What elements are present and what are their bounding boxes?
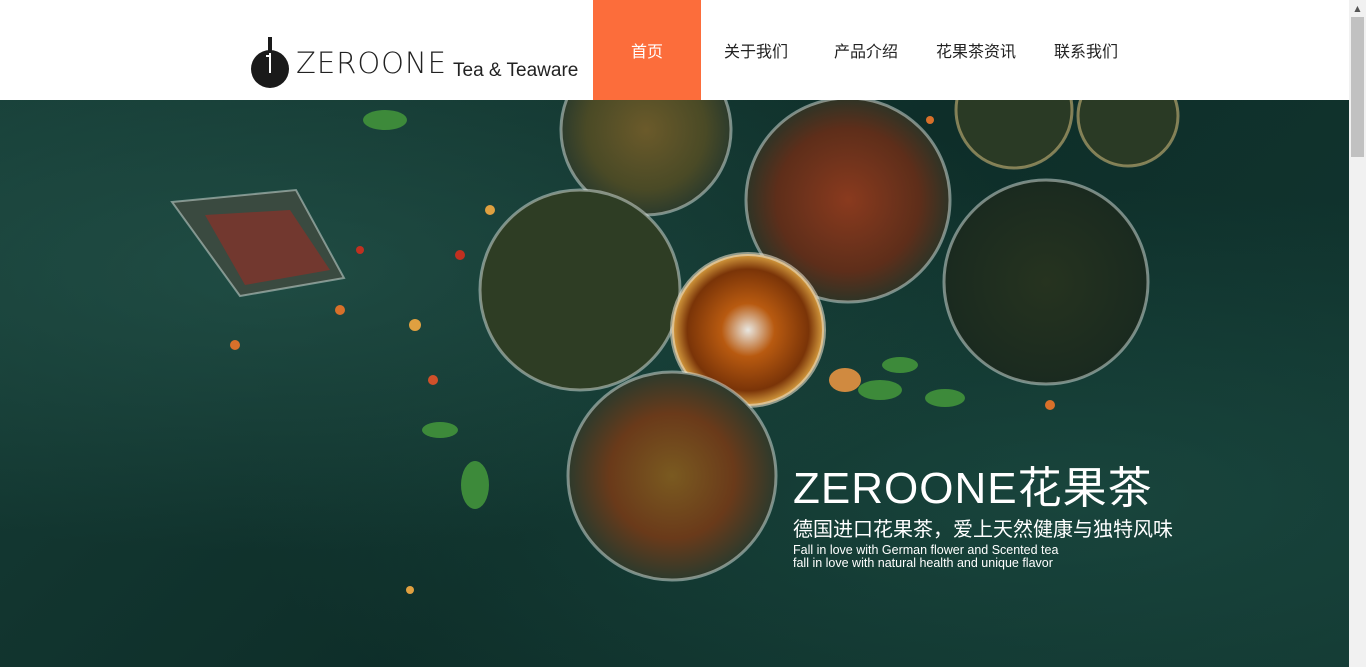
hero-subtitle: 德国进口花果茶，爱上天然健康与独特风味	[793, 517, 1173, 541]
page-scrollbar[interactable]: ▲	[1349, 0, 1366, 667]
site-header: ZEROONE Tea & Teaware 首页 关于我们 产品介绍 花果茶资讯…	[0, 0, 1349, 100]
hero-english-line-2: fall in love with natural health and uni…	[793, 556, 1053, 570]
logo-icon	[250, 35, 290, 88]
site-logo[interactable]: ZEROONE Tea & Teaware	[250, 33, 579, 88]
hero-english-text: Fall in love with German flower and Scen…	[793, 544, 1058, 570]
main-nav: 首页 关于我们 产品介绍 花果茶资讯 联系我们	[593, 0, 1141, 100]
nav-item-about[interactable]: 关于我们	[701, 0, 811, 100]
scrollbar-thumb[interactable]	[1351, 17, 1364, 157]
logo-tagline: Tea & Teaware	[453, 60, 579, 81]
hero-banner[interactable]: ZEROONE花果茶 德国进口花果茶，爱上天然健康与独特风味 Fall in l…	[0, 100, 1349, 667]
nav-item-news[interactable]: 花果茶资讯	[921, 0, 1031, 100]
scroll-up-arrow-icon[interactable]: ▲	[1349, 0, 1366, 17]
nav-item-contact[interactable]: 联系我们	[1031, 0, 1141, 100]
hero-background-illustration	[170, 100, 1180, 594]
nav-item-home[interactable]: 首页	[593, 0, 701, 100]
hero-title: ZEROONE花果茶	[793, 464, 1153, 513]
logo-wordmark: ZEROONE	[296, 46, 448, 80]
nav-item-products[interactable]: 产品介绍	[811, 0, 921, 100]
